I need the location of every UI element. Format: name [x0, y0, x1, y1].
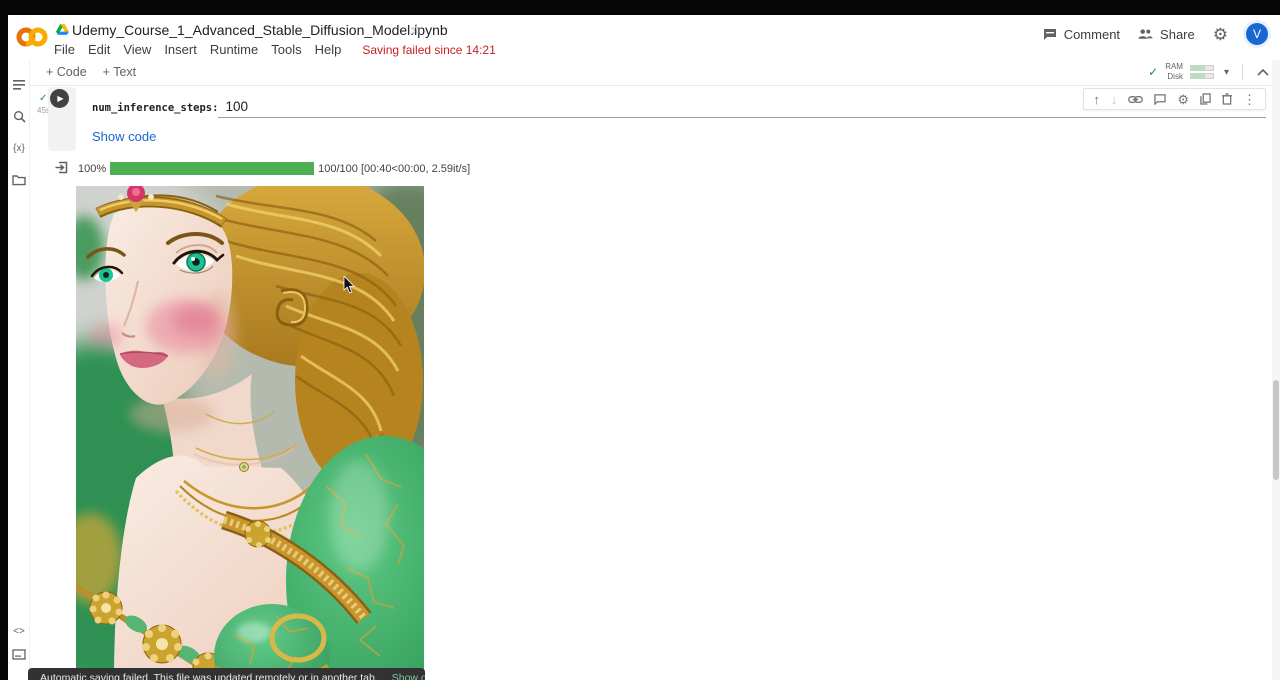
progress-percent: 100% [78, 163, 106, 175]
resources-dropdown-icon[interactable]: ▾ [1224, 67, 1229, 78]
search-icon[interactable] [11, 108, 27, 124]
delete-cell-trash-icon[interactable] [1222, 93, 1232, 105]
ram-label: RAM [1165, 62, 1183, 72]
terminal-icon[interactable] [11, 646, 27, 662]
cell-toolbar: ↑ ↓ ⚙ [1083, 88, 1266, 110]
mirror-cell-icon[interactable] [1200, 93, 1211, 105]
star-icon[interactable]: ☆ [410, 21, 423, 38]
menu-insert[interactable]: Insert [164, 42, 197, 57]
table-of-contents-icon[interactable] [11, 77, 27, 93]
more-cell-actions-icon[interactable]: ⋮ [1243, 93, 1256, 106]
menu-file[interactable]: File [54, 42, 75, 57]
ram-meter [1190, 65, 1214, 71]
files-folder-icon[interactable] [11, 172, 27, 188]
resource-meters[interactable] [1190, 65, 1214, 79]
mouse-cursor [343, 276, 355, 294]
toolbar-divider [1242, 64, 1243, 80]
comment-icon [1043, 28, 1057, 41]
scrollbar[interactable] [1272, 60, 1280, 680]
variables-icon[interactable]: {x} [11, 140, 27, 156]
disk-label: Disk [1165, 72, 1183, 82]
comment-label: Comment [1064, 27, 1120, 42]
progress-stats: 100/100 [00:40<00:00, 2.59it/s] [318, 163, 470, 175]
share-label: Share [1160, 27, 1195, 42]
drive-icon [56, 24, 69, 36]
copy-link-to-cell-icon[interactable] [1128, 95, 1143, 104]
cell-success-check-icon: ✓ [39, 93, 47, 104]
progress-bar [110, 162, 314, 175]
screen: Udemy_Course_1_Advanced_Stable_Diffusion… [0, 0, 1280, 680]
runtime-connected-check-icon: ✓ [1148, 65, 1158, 79]
cell-settings-gear-icon[interactable]: ⚙ [1177, 93, 1189, 106]
notebook-title[interactable]: Udemy_Course_1_Advanced_Stable_Diffusion… [72, 22, 448, 38]
add-code-button[interactable]: + Code [46, 65, 87, 79]
left-sidebar: {x} <> [8, 60, 30, 680]
menu-edit[interactable]: Edit [88, 42, 110, 57]
menu-bar: File Edit View Insert Runtime Tools Help… [54, 42, 496, 57]
show-diff-button[interactable]: Show diff [392, 672, 425, 680]
saving-status[interactable]: Saving failed since 14:21 [362, 43, 495, 57]
share-button[interactable]: Share [1138, 27, 1195, 42]
colab-logo-icon[interactable] [16, 26, 48, 48]
snackbar-message: Automatic saving failed. This file was u… [40, 672, 378, 680]
cell-output-icon [55, 161, 68, 174]
add-text-button[interactable]: + Text [103, 65, 136, 79]
generated-image [76, 186, 424, 680]
menu-help[interactable]: Help [315, 42, 342, 57]
run-cell-button[interactable]: ▶ [50, 89, 69, 108]
menu-runtime[interactable]: Runtime [210, 42, 258, 57]
scrollbar-thumb[interactable] [1273, 380, 1279, 480]
autosave-error-snackbar: Automatic saving failed. This file was u… [28, 668, 425, 680]
code-snippets-icon[interactable]: <> [11, 623, 27, 639]
disk-meter [1190, 73, 1214, 79]
collapse-header-icon[interactable] [1256, 67, 1270, 77]
settings-gear-icon[interactable]: ⚙ [1213, 26, 1228, 43]
avatar[interactable]: V [1246, 23, 1268, 45]
notebook-toolbar: + Code + Text ✓ RAM Disk ▾ [8, 60, 1280, 86]
header-actions: Comment Share ⚙ V [1043, 23, 1268, 45]
colab-window: Udemy_Course_1_Advanced_Stable_Diffusion… [8, 15, 1280, 680]
progress-row: 100% 100/100 [00:40<00:00, 2.59it/s] [78, 162, 470, 175]
menu-tools[interactable]: Tools [271, 42, 301, 57]
move-cell-up-icon[interactable]: ↑ [1093, 93, 1100, 106]
share-people-icon [1138, 28, 1153, 40]
show-code-link[interactable]: Show code [92, 129, 156, 144]
menu-view[interactable]: View [123, 42, 151, 57]
add-comment-icon[interactable] [1154, 94, 1166, 105]
move-cell-down-icon[interactable]: ↓ [1111, 93, 1118, 106]
param-name: num_inference_steps: [92, 102, 218, 118]
comment-button[interactable]: Comment [1043, 27, 1120, 42]
resource-labels[interactable]: RAM Disk [1165, 62, 1183, 82]
